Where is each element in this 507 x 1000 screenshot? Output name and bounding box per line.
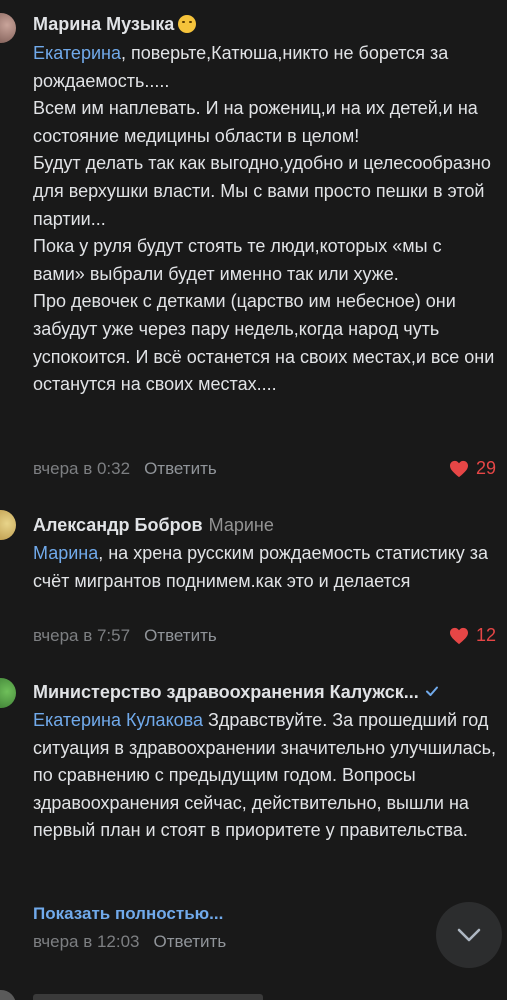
show-more-link[interactable]: Показать полностью... [33, 904, 223, 924]
comment-text: Екатерина, поверьте,Катюша,никто не боре… [33, 43, 495, 395]
reply-button[interactable]: Ответить [144, 459, 217, 478]
verified-icon [425, 686, 438, 696]
like-count: 12 [475, 625, 496, 645]
heart-icon [449, 460, 468, 477]
mention-link[interactable]: Екатерина Кулакова [33, 710, 203, 730]
avatar [0, 990, 16, 1000]
smile-emoji-icon [178, 15, 197, 33]
avatar[interactable] [0, 510, 16, 540]
mention-link[interactable]: Екатерина [33, 43, 121, 63]
comment-text: Екатерина Кулакова Здравствуйте. За прош… [33, 710, 496, 841]
comment-time: вчера в 0:32 [33, 459, 131, 478]
comment-time: вчера в 7:57 [33, 626, 131, 645]
comment-author[interactable]: Министерство здравоохранения Калужск... [33, 682, 439, 703]
avatar[interactable] [0, 678, 16, 708]
author-placeholder [33, 994, 263, 1000]
reply-to-label: Марине [208, 515, 274, 535]
scroll-down-button[interactable] [436, 902, 502, 968]
comment-author[interactable]: Марина Музыка [33, 14, 197, 35]
reply-button[interactable]: Ответить [144, 626, 217, 645]
avatar[interactable] [0, 13, 16, 43]
next-comment-peek [0, 986, 507, 1000]
heart-icon [449, 627, 468, 644]
comment-meta: вчера в 12:03 Ответить [33, 932, 226, 952]
mention-link[interactable]: Марина [33, 543, 98, 563]
like-button[interactable]: 29 [449, 458, 496, 479]
reply-button[interactable]: Ответить [154, 932, 227, 951]
comment-meta: вчера в 0:32 Ответить [33, 459, 217, 479]
chevron-down-icon [457, 928, 481, 942]
comment-text: Марина, на хрена русским рождаемость ста… [33, 543, 489, 591]
like-count: 29 [475, 458, 496, 478]
comment-time: вчера в 12:03 [33, 932, 140, 951]
like-button[interactable]: 12 [449, 625, 496, 646]
comment-meta: вчера в 7:57 Ответить [33, 626, 217, 646]
comment-author[interactable]: Александр Бобров Марине [33, 515, 274, 536]
